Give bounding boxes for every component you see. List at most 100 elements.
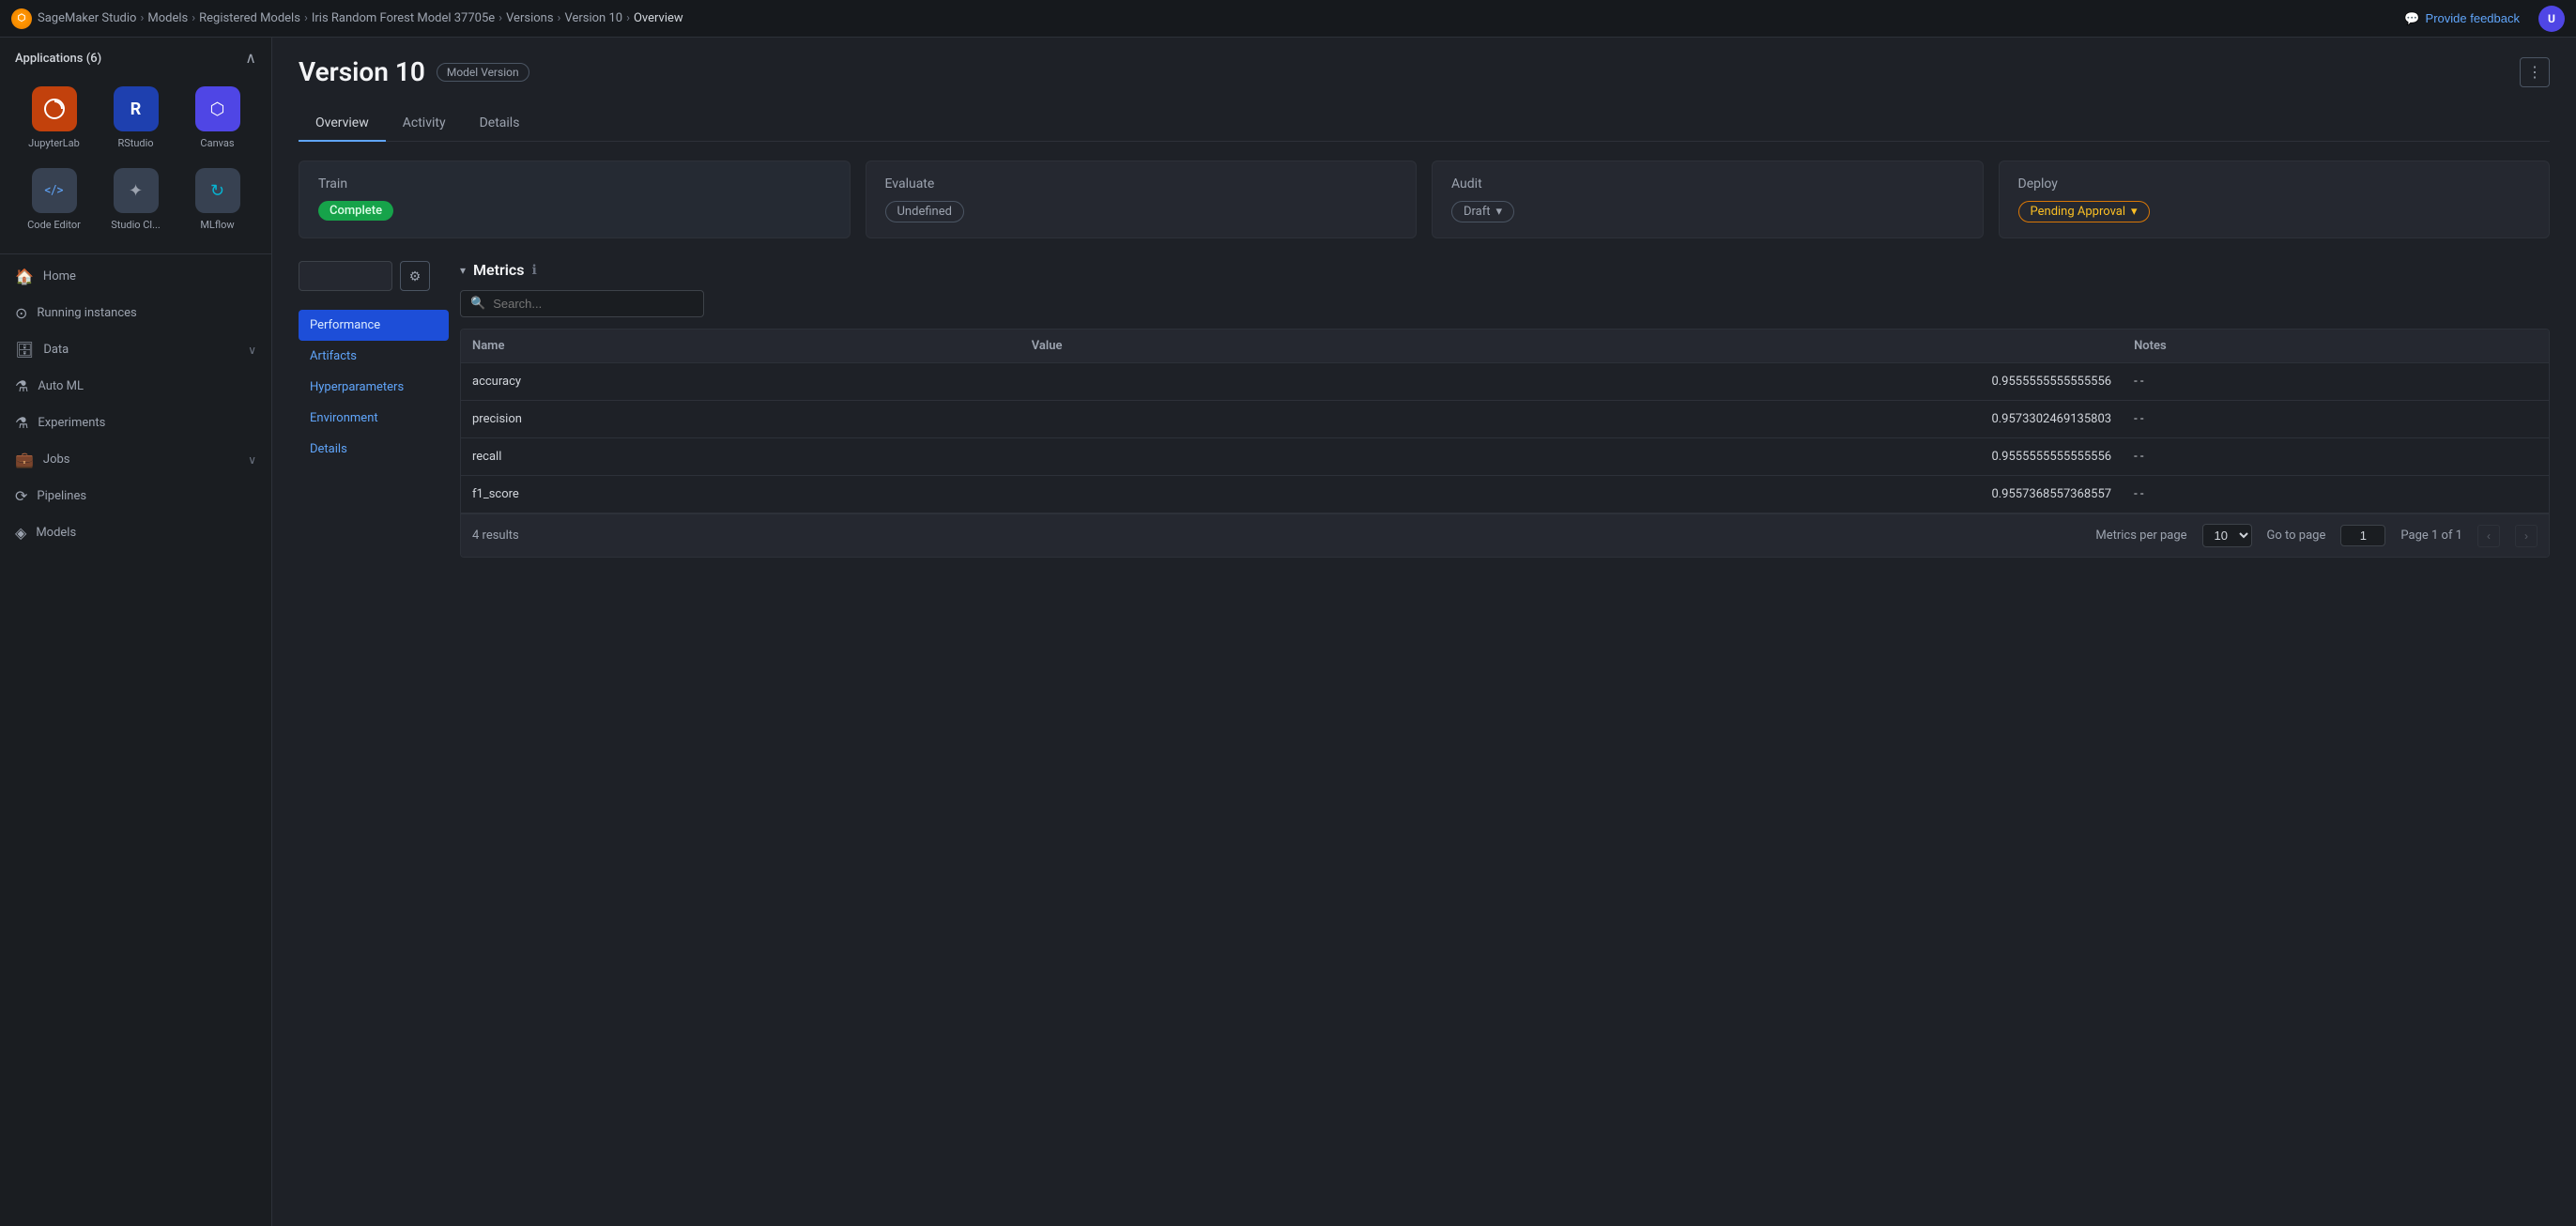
- code-editor-label: Code Editor: [27, 219, 81, 231]
- tabs: Overview Activity Details: [299, 106, 2550, 142]
- logo-icon: ⬡: [11, 8, 32, 29]
- app-code-editor[interactable]: </> Code Editor: [15, 161, 93, 238]
- apps-title: Applications (6): [15, 52, 101, 66]
- metrics-table: Name Value Notes accuracy 0.955555555555…: [461, 329, 2549, 513]
- sidebar-item-home[interactable]: 🏠 Home: [0, 258, 271, 295]
- deploy-card-title: Deploy: [2018, 176, 2531, 192]
- table-footer: 4 results Metrics per page 10 25 50 Go t…: [461, 513, 2549, 557]
- studio-classic-label: Studio Cl...: [111, 219, 161, 231]
- metrics-sidebar-details[interactable]: Details: [299, 434, 449, 465]
- collapse-metrics-icon[interactable]: ▾: [460, 264, 466, 277]
- mlflow-label: MLflow: [200, 219, 234, 231]
- app-canvas[interactable]: ⬡ Canvas: [178, 79, 256, 157]
- sidebar-item-jobs[interactable]: 💼 Jobs ∨: [0, 441, 271, 478]
- sidebar-home-label: Home: [43, 269, 256, 284]
- breadcrumb-current: Overview: [634, 11, 683, 25]
- evaluate-status-card: Evaluate Undefined: [866, 161, 1418, 238]
- audit-badge-label: Draft: [1464, 205, 1491, 219]
- data-arrow-icon: ∨: [248, 344, 256, 357]
- breadcrumb-version10[interactable]: Version 10: [564, 11, 622, 25]
- page-info: Page 1 of 1: [2400, 529, 2462, 543]
- feedback-label: Provide feedback: [2426, 11, 2520, 25]
- sidebar-item-models[interactable]: ◈ Models: [0, 514, 271, 551]
- sidebar-item-running-instances[interactable]: ⊙ Running instances: [0, 295, 271, 331]
- metrics-filter-input[interactable]: [299, 261, 392, 291]
- prev-page-button[interactable]: ‹: [2477, 525, 2500, 547]
- cell-name-3: f1_score: [461, 476, 1020, 513]
- rstudio-label: RStudio: [117, 137, 153, 149]
- sidebar-item-experiments[interactable]: ⚗ Experiments: [0, 405, 271, 441]
- table-row: accuracy 0.9555555555555556 - -: [461, 363, 2549, 401]
- metrics-sidebar-environment[interactable]: Environment: [299, 403, 449, 434]
- page-title: Version 10: [299, 56, 425, 87]
- tab-details[interactable]: Details: [463, 106, 537, 142]
- metrics-search-input[interactable]: [493, 297, 694, 311]
- top-nav: ⬡ SageMaker Studio › Models › Registered…: [0, 0, 2576, 38]
- breadcrumb-sep-4: ›: [498, 11, 502, 25]
- metrics-sidebar-artifacts[interactable]: Artifacts: [299, 341, 449, 372]
- deploy-badge-label: Pending Approval: [2031, 205, 2126, 219]
- deploy-dropdown-icon: ▾: [2131, 205, 2138, 219]
- table-row: precision 0.9573302469135803 - -: [461, 401, 2549, 438]
- breadcrumb-sep-5: ›: [558, 11, 561, 25]
- per-page-label: Metrics per page: [2095, 529, 2186, 543]
- evaluate-card-title: Evaluate: [885, 176, 1398, 192]
- app-studio-classic[interactable]: ✦ Studio Cl...: [97, 161, 175, 238]
- train-status-badge: Complete: [318, 201, 393, 221]
- app-jupyterlab[interactable]: JupyterLab: [15, 79, 93, 157]
- metrics-sidebar-performance[interactable]: Performance: [299, 310, 449, 341]
- model-version-badge: Model Version: [437, 63, 529, 82]
- breadcrumb: SageMaker Studio › Models › Registered M…: [38, 11, 683, 25]
- sidebar-running-label: Running instances: [37, 306, 256, 320]
- col-value: Value: [1020, 329, 2123, 363]
- train-status-card: Train Complete: [299, 161, 851, 238]
- metrics-search-box: 🔍: [460, 290, 704, 317]
- deploy-status-badge[interactable]: Pending Approval ▾: [2018, 201, 2150, 222]
- col-name: Name: [461, 329, 1020, 363]
- jobs-arrow-icon: ∨: [248, 453, 256, 467]
- breadcrumb-versions[interactable]: Versions: [506, 11, 553, 25]
- metrics-sidebar-hyperparameters[interactable]: Hyperparameters: [299, 372, 449, 403]
- table-row: recall 0.9555555555555556 - -: [461, 438, 2549, 476]
- top-nav-right: 💬 Provide feedback U: [2397, 6, 2565, 32]
- pipelines-icon: ⟳: [15, 487, 27, 505]
- breadcrumb-models[interactable]: Models: [147, 11, 188, 25]
- app-mlflow[interactable]: ↻ MLflow: [178, 161, 256, 238]
- cell-value-3: 0.9557368557368557: [1020, 476, 2123, 513]
- tab-overview[interactable]: Overview: [299, 106, 386, 142]
- table-row: f1_score 0.9557368557368557 - -: [461, 476, 2549, 513]
- sidebar-data-label: Data: [43, 343, 238, 357]
- sidebar-item-data[interactable]: 🗄 Data ∨: [0, 331, 271, 368]
- collapse-button[interactable]: ∧: [245, 49, 256, 68]
- settings-icon: ⚙: [409, 268, 422, 284]
- metrics-settings-button[interactable]: ⚙: [400, 261, 430, 291]
- canvas-label: Canvas: [200, 137, 234, 149]
- sidebar-item-pipelines[interactable]: ⟳ Pipelines: [0, 478, 271, 514]
- next-page-button[interactable]: ›: [2515, 525, 2538, 547]
- jobs-icon: 💼: [15, 451, 34, 468]
- breadcrumb-model-name[interactable]: Iris Random Forest Model 37705e: [312, 11, 495, 25]
- per-page-select[interactable]: 10 25 50: [2202, 524, 2252, 547]
- experiments-icon: ⚗: [15, 414, 28, 432]
- breadcrumb-sagemaker[interactable]: SageMaker Studio: [38, 11, 136, 25]
- metrics-left: ⚙ Performance Artifacts Hyperparameters …: [299, 261, 449, 465]
- user-avatar[interactable]: U: [2538, 6, 2565, 32]
- rstudio-icon: R: [114, 86, 159, 131]
- audit-status-badge[interactable]: Draft ▾: [1451, 201, 1514, 222]
- more-options-button[interactable]: ⋮: [2520, 57, 2550, 87]
- studio-classic-icon: ✦: [114, 168, 159, 213]
- cell-notes-2: - -: [2123, 438, 2549, 476]
- metrics-info-icon[interactable]: ℹ: [532, 263, 537, 278]
- breadcrumb-sep-2: ›: [192, 11, 195, 25]
- breadcrumb-registered-models[interactable]: Registered Models: [199, 11, 300, 25]
- app-rstudio[interactable]: R RStudio: [97, 79, 175, 157]
- feedback-button[interactable]: 💬 Provide feedback: [2397, 8, 2527, 30]
- metrics-area: ⚙ Performance Artifacts Hyperparameters …: [299, 261, 2550, 558]
- metrics-sidebar: Performance Artifacts Hyperparameters En…: [299, 310, 449, 465]
- tab-activity[interactable]: Activity: [386, 106, 463, 142]
- metrics-controls: ⚙: [299, 261, 449, 291]
- goto-page-input[interactable]: [2340, 525, 2385, 546]
- cell-value-0: 0.9555555555555556: [1020, 363, 2123, 401]
- canvas-icon: ⬡: [195, 86, 240, 131]
- sidebar-item-automl[interactable]: ⚗ Auto ML: [0, 368, 271, 405]
